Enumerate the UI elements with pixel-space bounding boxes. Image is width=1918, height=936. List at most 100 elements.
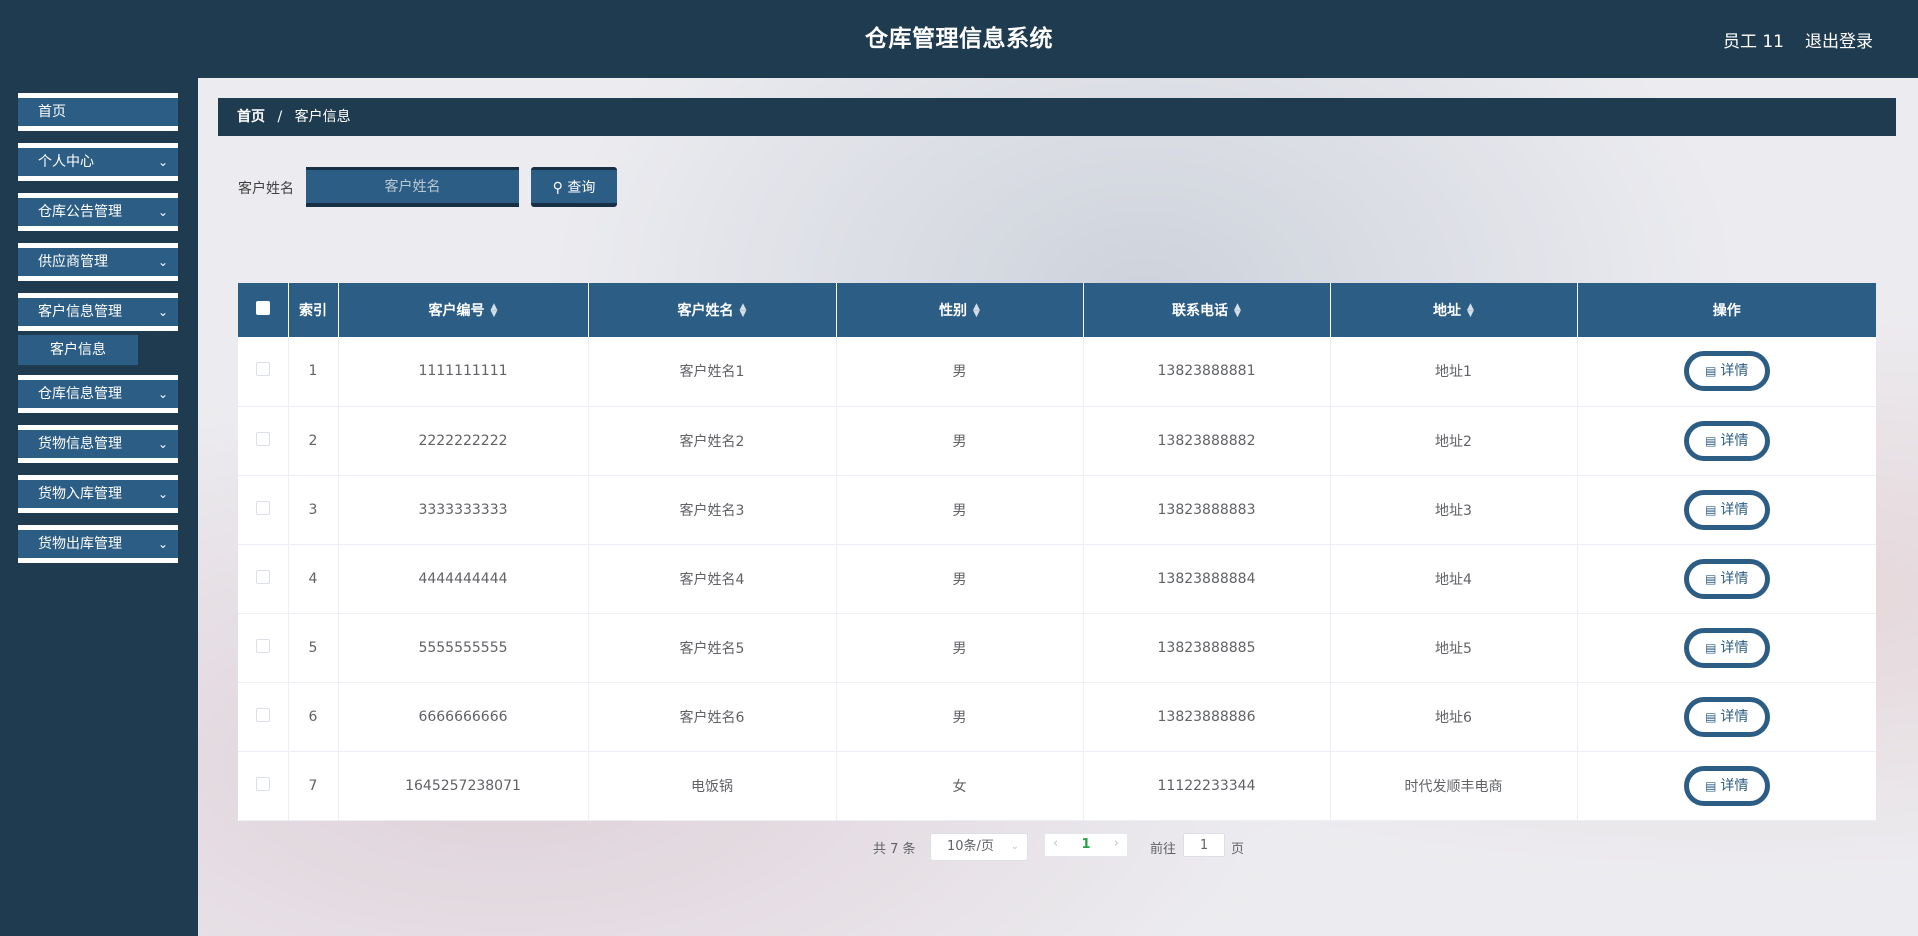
cell-actions: ▤ 详情: [1577, 751, 1876, 820]
sidebar-item-label: 个人中心: [38, 154, 94, 170]
row-checkbox[interactable]: [255, 500, 270, 515]
cell-address: 地址4: [1330, 544, 1578, 613]
sidebar-item-customer-management[interactable]: 客户信息管理 ⌄: [18, 293, 178, 331]
column-header-label: 地址: [1433, 303, 1462, 319]
sidebar-item-label: 货物出库管理: [38, 536, 122, 552]
sidebar-item-outbound-management[interactable]: 货物出库管理 ⌄: [18, 525, 178, 563]
breadcrumb: 首页 / 客户信息: [218, 98, 1896, 136]
goto-page-input[interactable]: [1183, 833, 1225, 857]
cell-index: 4: [288, 544, 339, 613]
table-header-row: 索引 客户编号 ▲ ▼ 客户姓名 ▲ ▼ 性别 ▲ ▼ 联系电话 ▲ ▼ 地址 ▲ ▼ 操作: [238, 283, 1876, 337]
document-icon: ▤: [1705, 709, 1717, 724]
cell-gender: 男: [836, 544, 1084, 613]
column-header-sortable[interactable]: 地址 ▲ ▼: [1330, 283, 1578, 337]
cell-customer-name: 客户姓名4: [588, 544, 837, 613]
cell-actions: ▤ 详情: [1577, 544, 1876, 613]
customer-name-search-input[interactable]: [306, 167, 519, 207]
table-row: 7 1645257238071 电饭锅 女 11122233344 时代发顺丰电…: [238, 751, 1876, 820]
next-page-icon[interactable]: ›: [1114, 836, 1119, 851]
sidebar-item-personal-center[interactable]: 个人中心 ⌄: [18, 143, 178, 181]
customer-table: 索引 客户编号 ▲ ▼ 客户姓名 ▲ ▼ 性别 ▲ ▼ 联系电话 ▲ ▼ 地址 ▲ ▼ 操作 1 1…: [238, 283, 1876, 821]
sidebar-item-label: 仓库公告管理: [38, 204, 122, 220]
document-icon: ▤: [1705, 364, 1717, 379]
cell-gender: 男: [836, 406, 1084, 475]
table-row: 2 2222222222 客户姓名2 男 13823888882 地址2 ▤ 详情: [238, 406, 1876, 475]
select-all-checkbox[interactable]: [255, 301, 270, 315]
column-header-sortable[interactable]: 客户姓名 ▲ ▼: [588, 283, 837, 337]
row-select-cell: [238, 613, 289, 682]
pagination-total: 共 7 条: [873, 842, 916, 857]
table-row: 5 5555555555 客户姓名5 男 13823888885 地址5 ▤ 详情: [238, 613, 1876, 682]
detail-button[interactable]: ▤ 详情: [1683, 696, 1770, 737]
cell-actions: ▤ 详情: [1577, 337, 1876, 406]
page-suffix: 页: [1231, 842, 1245, 857]
cell-address: 地址2: [1330, 406, 1578, 475]
sidebar-item-goods-management[interactable]: 货物信息管理 ⌄: [18, 425, 178, 463]
cell-customer-name: 客户姓名3: [588, 475, 837, 544]
detail-button[interactable]: ▤ 详情: [1683, 420, 1770, 461]
page-size-select[interactable]: 10条/页 ⌄: [930, 833, 1028, 861]
row-checkbox[interactable]: [255, 638, 270, 653]
cell-address: 时代发顺丰电商: [1330, 751, 1578, 820]
column-header-sortable[interactable]: 客户编号 ▲ ▼: [338, 283, 589, 337]
sidebar-item-warehouse-management[interactable]: 仓库信息管理 ⌄: [18, 375, 178, 413]
detail-button-label: 详情: [1720, 570, 1749, 587]
document-icon: ▤: [1705, 640, 1717, 655]
main-content: 首页 / 客户信息 客户姓名 ⚲ 查询 索引 客户编号 ▲▼ 客户姓名 ▲▼ 性别 ▲…: [198, 78, 1918, 936]
cell-address: 地址3: [1330, 475, 1578, 544]
detail-button[interactable]: ▤ 详情: [1683, 765, 1770, 806]
row-select-cell: [238, 682, 289, 751]
cell-gender: 男: [836, 682, 1084, 751]
row-checkbox[interactable]: [255, 776, 270, 791]
column-header-sortable[interactable]: 联系电话 ▲ ▼: [1083, 283, 1331, 337]
row-checkbox[interactable]: [255, 707, 270, 722]
sort-icon[interactable]: ▲ ▼: [740, 303, 747, 319]
logout-button[interactable]: 退出登录: [1805, 27, 1873, 52]
detail-button[interactable]: ▤ 详情: [1683, 558, 1770, 599]
detail-button[interactable]: ▤ 详情: [1683, 351, 1770, 392]
row-select-cell: [238, 406, 289, 475]
column-header: 索引: [288, 283, 339, 337]
column-header-label: 客户编号: [428, 303, 485, 319]
cell-phone: 13823888881: [1083, 337, 1331, 406]
cell-address: 地址6: [1330, 682, 1578, 751]
search-button[interactable]: ⚲ 查询: [531, 167, 617, 207]
chevron-down-icon: ⌄: [157, 255, 168, 269]
sidebar-item-label: 仓库信息管理: [38, 386, 122, 402]
column-header-label: 索引: [299, 303, 327, 319]
column-header-sortable[interactable]: 性别 ▲ ▼: [836, 283, 1084, 337]
table-row: 1 1111111111 客户姓名1 男 13823888881 地址1 ▤ 详情: [238, 337, 1876, 406]
app-title: 仓库管理信息系统: [865, 26, 1053, 52]
row-checkbox[interactable]: [255, 431, 270, 446]
document-icon: ▤: [1705, 571, 1717, 586]
cell-actions: ▤ 详情: [1577, 682, 1876, 751]
breadcrumb-home[interactable]: 首页: [237, 109, 265, 125]
sort-icon[interactable]: ▲ ▼: [973, 303, 980, 319]
cell-phone: 13823888886: [1083, 682, 1331, 751]
sort-icon[interactable]: ▲ ▼: [1234, 303, 1241, 319]
search-icon: ⚲: [552, 179, 563, 196]
row-select-cell: [238, 475, 289, 544]
column-header-label: 联系电话: [1172, 303, 1229, 319]
detail-button[interactable]: ▤ 详情: [1683, 627, 1770, 668]
detail-button[interactable]: ▤ 详情: [1683, 489, 1770, 530]
detail-button-label: 详情: [1720, 777, 1749, 794]
table-row: 3 3333333333 客户姓名3 男 13823888883 地址3 ▤ 详情: [238, 475, 1876, 544]
column-header-label: 性别: [939, 303, 968, 319]
document-icon: ▤: [1705, 502, 1717, 517]
breadcrumb-separator: /: [277, 109, 283, 125]
cell-phone: 13823888885: [1083, 613, 1331, 682]
cell-phone: 11122233344: [1083, 751, 1331, 820]
cell-customer-code: 1645257238071: [338, 751, 589, 820]
sidebar-item-notice-management[interactable]: 仓库公告管理 ⌄: [18, 193, 178, 231]
sort-icon[interactable]: ▲ ▼: [491, 303, 498, 319]
sidebar-item-inbound-management[interactable]: 货物入库管理 ⌄: [18, 475, 178, 513]
row-checkbox[interactable]: [255, 362, 270, 377]
cell-gender: 男: [836, 613, 1084, 682]
sidebar-item-home[interactable]: 首页: [18, 93, 178, 131]
row-checkbox[interactable]: [255, 569, 270, 584]
sort-icon[interactable]: ▲ ▼: [1467, 303, 1474, 319]
sidebar-subitem-customer-info[interactable]: 客户信息: [18, 335, 138, 365]
row-select-cell: [238, 544, 289, 613]
sidebar-item-supplier-management[interactable]: 供应商管理 ⌄: [18, 243, 178, 281]
